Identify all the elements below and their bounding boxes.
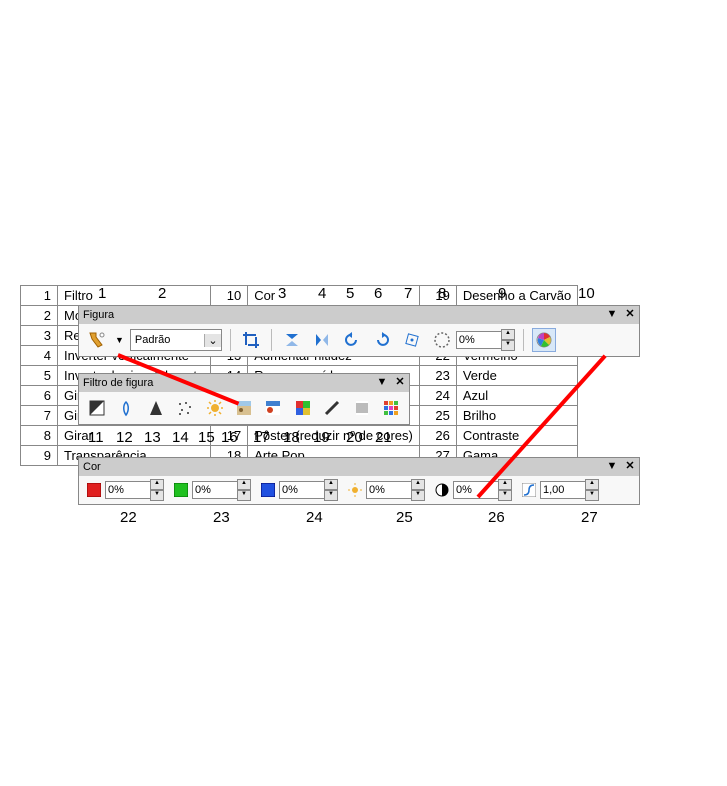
gamma-input[interactable] (540, 481, 586, 499)
callout-number: 18 (283, 429, 300, 446)
sharpen-button[interactable] (144, 396, 167, 420)
callout-number: 14 (172, 429, 189, 446)
rotate-left-button[interactable] (340, 328, 364, 352)
green-input[interactable] (192, 481, 238, 499)
red-input[interactable] (105, 481, 151, 499)
color-button[interactable] (532, 328, 556, 352)
gamma-icon (520, 481, 538, 499)
picture-mode-combo[interactable]: Padrão ⌄ (130, 329, 222, 351)
contrast-spinner[interactable]: ▲▼ (498, 479, 512, 501)
legend-number: 2 (21, 306, 58, 326)
legend-number: 8 (21, 426, 58, 446)
brightness-spinner[interactable]: ▲▼ (411, 479, 425, 501)
callout-number: 19 (313, 429, 330, 446)
green-icon (172, 481, 190, 499)
callout-number: 10 (578, 285, 595, 302)
callout-number: 17 (253, 429, 270, 446)
minimize-icon[interactable]: ▼ (605, 307, 619, 321)
legend-number: 7 (21, 406, 58, 426)
figura-title: Figura (83, 309, 114, 321)
filtro-panel: Filtro de figura ▼ ✕ (78, 373, 410, 425)
flip-vertical-button[interactable] (280, 328, 304, 352)
callout-number: 27 (581, 509, 598, 526)
close-icon[interactable]: ✕ (623, 307, 637, 321)
cor-title: Cor (83, 461, 101, 473)
callout-number: 26 (488, 509, 505, 526)
poster-button[interactable] (262, 396, 285, 420)
callout-number: 2 (158, 285, 166, 302)
filtro-titlebar: Filtro de figura ▼ ✕ (79, 374, 409, 392)
legend-number: 5 (21, 366, 58, 386)
callout-number: 9 (498, 285, 506, 302)
close-icon[interactable]: ✕ (623, 459, 637, 473)
invert-button[interactable] (85, 396, 108, 420)
callout-number: 24 (306, 509, 323, 526)
callout-number: 21 (375, 429, 392, 446)
callout-number: 7 (404, 285, 412, 302)
filter-button[interactable] (85, 328, 109, 352)
smooth-button[interactable] (114, 396, 137, 420)
minimize-icon[interactable]: ▼ (605, 459, 619, 473)
figura-titlebar: Figura ▼ ✕ (79, 306, 639, 324)
minimize-icon[interactable]: ▼ (375, 375, 389, 389)
legend-number: 6 (21, 386, 58, 406)
brightness-icon (346, 481, 364, 499)
cor-panel: Cor ▼ ✕ ▲▼ ▲▼ ▲▼ (78, 457, 640, 505)
callout-number: 16 (221, 429, 238, 446)
legend-number: 9 (21, 446, 58, 466)
red-icon (85, 481, 103, 499)
legend-number: 1 (21, 286, 58, 306)
close-icon[interactable]: ✕ (393, 375, 407, 389)
callout-number: 20 (346, 429, 363, 446)
transparency-input[interactable] (456, 331, 502, 349)
callout-number: 5 (346, 285, 354, 302)
callout-number: 22 (120, 509, 137, 526)
remove-noise-button[interactable] (173, 396, 196, 420)
chevron-down-icon: ⌄ (204, 334, 221, 347)
mosaic-button[interactable] (380, 396, 403, 420)
charcoal-button[interactable] (321, 396, 344, 420)
callout-number: 15 (198, 429, 215, 446)
callout-number: 6 (374, 285, 382, 302)
blue-input[interactable] (279, 481, 325, 499)
callout-number: 13 (144, 429, 161, 446)
dropdown-arrow-icon[interactable]: ▼ (115, 335, 124, 345)
contrast-icon (433, 481, 451, 499)
callout-number: 25 (396, 509, 413, 526)
flip-horizontal-button[interactable] (310, 328, 334, 352)
picture-mode-value: Padrão (131, 334, 204, 346)
figura-panel: Figura ▼ ✕ ▼ Padrão ⌄ (78, 305, 640, 357)
crop-button[interactable] (239, 328, 263, 352)
brightness-input[interactable] (366, 481, 412, 499)
rotate-right-button[interactable] (370, 328, 394, 352)
callout-number: 4 (318, 285, 326, 302)
filtro-title: Filtro de figura (83, 377, 153, 389)
legend-number: 3 (21, 326, 58, 346)
cor-titlebar: Cor ▼ ✕ (79, 458, 639, 476)
callout-number: 23 (213, 509, 230, 526)
blue-icon (259, 481, 277, 499)
green-spinner[interactable]: ▲▼ (237, 479, 251, 501)
blue-spinner[interactable]: ▲▼ (324, 479, 338, 501)
red-spinner[interactable]: ▲▼ (150, 479, 164, 501)
popart-button[interactable] (291, 396, 314, 420)
legend-number: 4 (21, 346, 58, 366)
transparency-icon (430, 328, 454, 352)
callout-number: 1 (98, 285, 106, 302)
callout-number: 8 (438, 285, 446, 302)
transparency-spinner[interactable]: ▲▼ (501, 329, 515, 351)
gamma-spinner[interactable]: ▲▼ (585, 479, 599, 501)
callout-number: 12 (116, 429, 133, 446)
callout-number: 3 (278, 285, 286, 302)
callout-number: 11 (88, 429, 104, 446)
relief-button[interactable] (350, 396, 373, 420)
rotate-button[interactable] (400, 328, 424, 352)
